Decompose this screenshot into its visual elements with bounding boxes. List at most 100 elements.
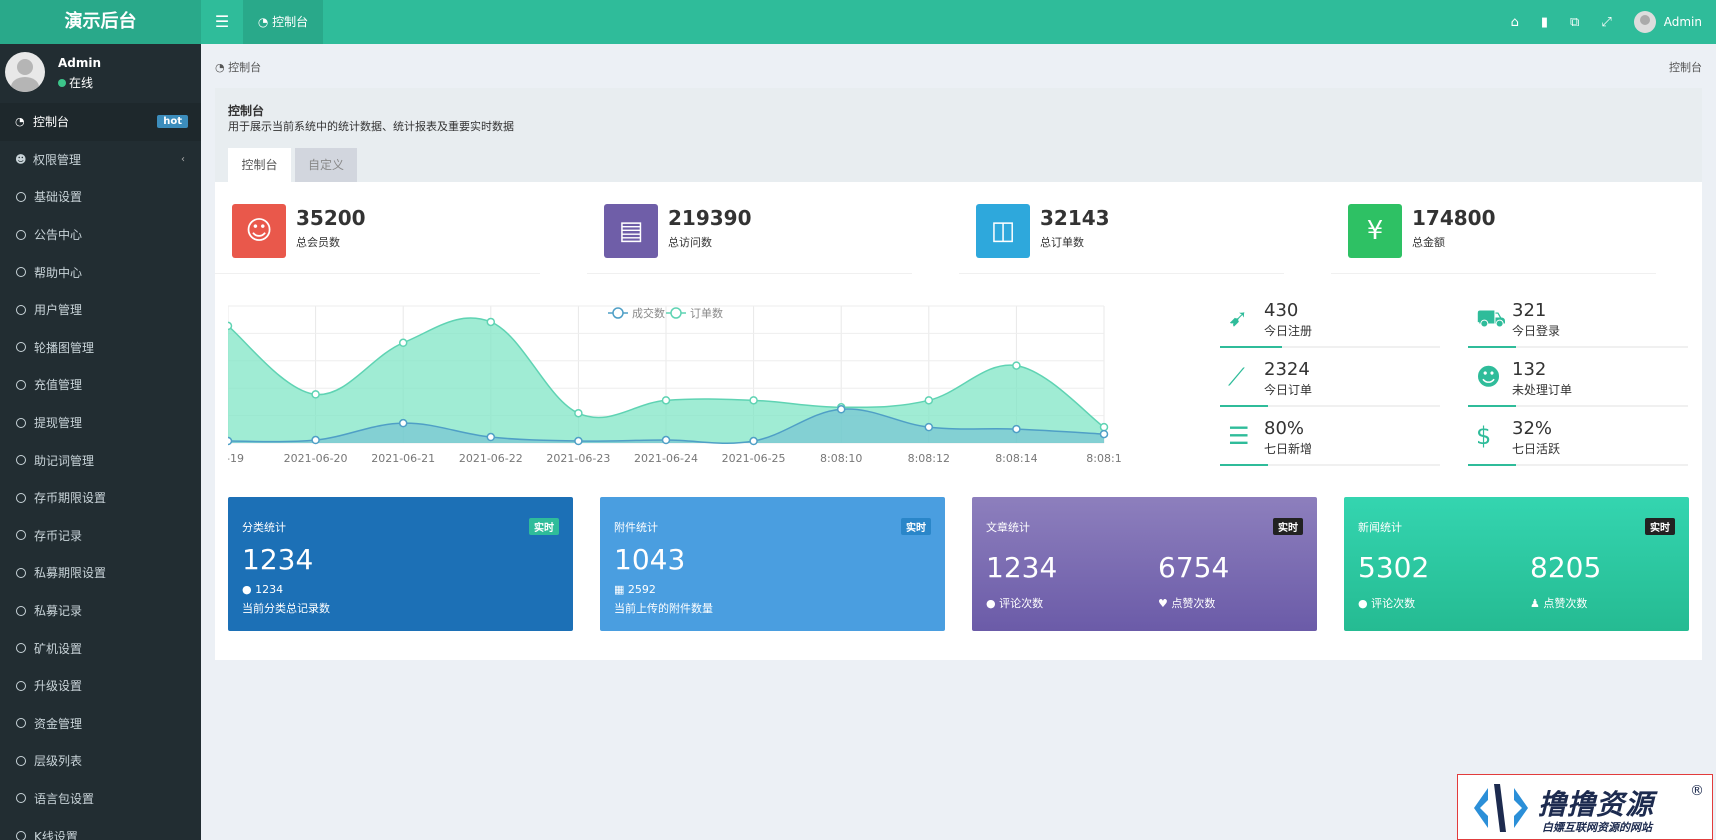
tab-dashboard-content[interactable]: 控制台 [228,148,291,182]
sidebar-item[interactable]: 基础设置 [0,178,201,216]
circle-icon [16,567,26,578]
avatar [1633,11,1656,33]
card-label: ♟ 点赞次数 [1530,595,1587,611]
sidebar-item-label: 基础设置 [34,190,83,205]
mini-progress [1220,464,1440,466]
sidebar-item-label: 助记词管理 [34,453,95,468]
trend-chart: 06-19 2021-06-20 2021-06-21 2021-06-22 2021-… [212,304,1188,478]
hot-badge: hot [157,115,188,128]
sidebar-item[interactable]: 提现管理 [0,404,201,442]
sidebar-item[interactable]: 存币期限设置 [0,479,201,517]
data-point [749,396,758,405]
card-value: 1234 [986,551,1058,584]
data-point [486,317,496,327]
sidebar-item-label: 层级列表 [34,754,83,769]
menu-toggle-icon[interactable]: ☰ [201,0,243,44]
circle-icon [16,304,26,315]
circle-icon [16,267,26,278]
mini-progress-fill [1468,464,1517,466]
card-label-text: 评论次数 [1371,597,1416,610]
circle-icon [16,342,26,353]
mini-progress [1468,346,1688,348]
comment-icon: ● [242,583,256,596]
sidebar-item-label: 权限管理 [33,152,82,167]
trend-chart-svg: 06-19 2021-06-20 2021-06-21 2021-06-22 2021-… [212,305,1122,465]
rocket-icon: ➹ [1228,304,1249,332]
sidebar-item[interactable]: 帮助中心 [0,253,201,291]
header-actions: ⌂ ▮ ⧉ ⤢ Admin [1511,0,1702,44]
sidebar-item[interactable]: 语言包设置 [0,780,201,818]
breadcrumb-current[interactable]: ◔ 控制台 [215,59,261,75]
sidebar-item[interactable]: 充值管理 [0,366,201,404]
card-title: 分类统计 [242,521,286,534]
x-tick-label: 8:08:12 [908,452,950,465]
card-attachment-stats: 附件统计 实时 1043 ▦ 2592 当前上传的附件数量 [600,497,945,631]
legend-marker [612,307,624,319]
book-icon: ▤ [604,204,658,258]
mini-value: 80% [1264,418,1305,439]
home-icon[interactable]: ⌂ [1511,15,1519,30]
fullscreen-icon[interactable]: ⤢ [1601,15,1611,30]
status-label: 在线 [69,76,94,90]
language-icon[interactable]: ⧉ [1570,15,1579,30]
sidebar-item[interactable]: 资金管理 [0,705,201,743]
app-logo[interactable]: 演示后台 [0,0,201,44]
sidebar-item[interactable]: 升级设置 [0,667,201,705]
avatar [5,52,45,92]
sidebar-item[interactable]: ◔ 控制台 hot [0,103,201,141]
users-icon: ☻ [15,152,27,166]
card-value: 6754 [1158,551,1230,584]
sidebar-item[interactable]: 助记词管理 [0,441,201,479]
sidebar-item[interactable]: 层级列表 [0,742,201,780]
tab-custom[interactable]: 自定义 [295,148,357,182]
sidebar-item[interactable]: ☻ 权限管理 ‹ [0,141,201,179]
stat-label: 总会员数 [296,236,340,249]
circle-icon [16,643,26,654]
sidebar-item[interactable]: 轮播图管理 [0,329,201,367]
sidebar-item[interactable]: 私募记录 [0,592,201,630]
sidebar-item-label: K线设置 [34,829,78,840]
sidebar-item-label: 用户管理 [34,303,83,318]
breadcrumb: ◔ 控制台 控制台 [201,44,1716,86]
card-sub-value: 2592 [627,583,656,596]
mini-progress-fill [1220,346,1282,348]
panel-header: 控制台 用于展示当前系统中的统计数据、统计报表及重要实时数据 控制台 自定义 [215,88,1702,182]
mini-label: 今日订单 [1264,383,1313,397]
heart-icon: ♥ [1158,597,1172,610]
sidebar-item[interactable]: 矿机设置 [0,629,201,667]
x-tick-label: 2021-06-23 [546,452,610,465]
sidebar-item[interactable]: K线设置 [0,817,201,840]
sidebar-item[interactable]: 公告中心 [0,216,201,254]
sidebar-item[interactable]: 用户管理 [0,291,201,329]
sidebar-item[interactable]: 存币记录 [0,517,201,555]
sidebar-user-name: Admin [58,56,102,70]
circle-icon [16,379,26,390]
stat-label: 总访问数 [668,236,712,249]
data-point [311,390,320,399]
sidebar-item-label: 控制台 [33,115,70,130]
card-value: 5302 [1358,551,1430,584]
mini-value: 132 [1512,359,1547,380]
data-point [1012,361,1021,370]
tab-dashboard[interactable]: ◔ 控制台 [243,0,323,44]
data-point [574,436,583,446]
circle-icon [16,191,26,202]
card-article-stats: 文章统计 实时 1234 ● 评论次数 6754 ♥ 点赞次数 [972,497,1317,631]
header-user[interactable]: Admin [1633,11,1702,33]
mini-progress-fill [1468,405,1517,407]
x-tick-label: 8:08:1 [1086,452,1121,465]
trash-icon[interactable]: ▮ [1541,15,1548,30]
mini-stat-login: ⛟ 321 今日登录 [1468,300,1688,354]
mini-progress-fill [1220,464,1269,466]
sidebar-item-label: 充值管理 [34,378,83,393]
card-title: 附件统计 [614,521,658,534]
legend-marker [670,307,682,319]
cart-icon: ⛟ [1476,304,1507,332]
mini-label: 七日新增 [1264,442,1313,456]
card-sub-value: 1234 [255,583,284,596]
data-point [661,435,671,445]
sidebar-item[interactable]: 私募期限设置 [0,554,201,592]
card-label-text: 评论次数 [999,597,1044,610]
status-dot-icon [58,79,66,87]
x-tick-label: 8:08:14 [995,452,1037,465]
